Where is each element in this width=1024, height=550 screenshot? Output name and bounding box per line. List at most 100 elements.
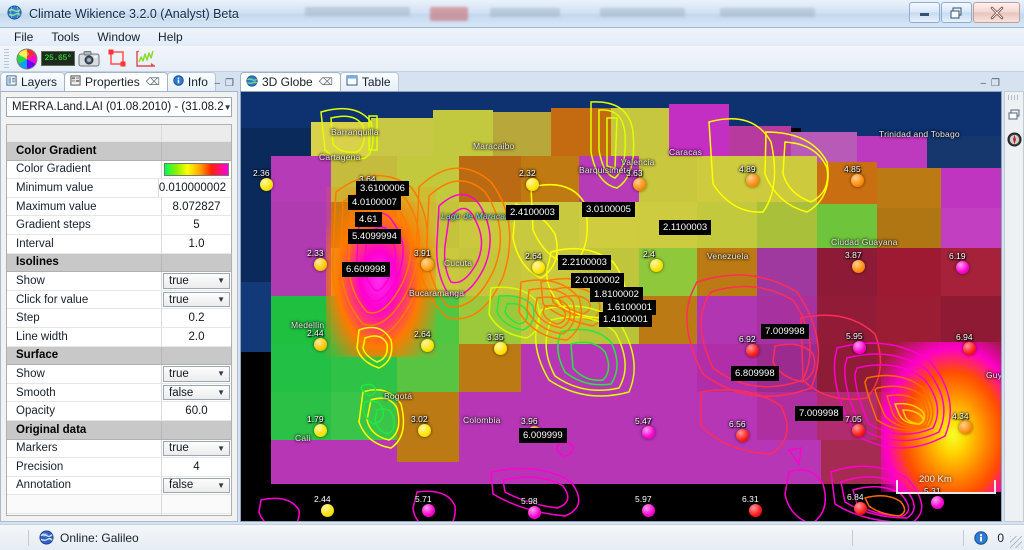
map-canvas[interactable]: Barranquilla Cartagena Maracaibo Barquis… bbox=[241, 92, 1001, 521]
prop-value[interactable]: true ▼ bbox=[162, 365, 231, 383]
table-row[interactable]: Minimum value 0.010000002 bbox=[7, 179, 231, 198]
data-marker[interactable] bbox=[532, 261, 545, 274]
isoline-value-label[interactable]: 7.009998 bbox=[761, 324, 809, 339]
prop-value[interactable]: false ▼ bbox=[162, 384, 231, 402]
maximize-button[interactable] bbox=[941, 2, 972, 23]
surface-show-dropdown[interactable]: true ▼ bbox=[163, 366, 230, 382]
surface-smooth-dropdown[interactable]: false ▼ bbox=[163, 384, 230, 401]
annotation-dropdown[interactable]: false ▼ bbox=[163, 477, 230, 494]
data-marker[interactable] bbox=[633, 178, 646, 191]
data-marker[interactable] bbox=[314, 424, 327, 437]
data-marker[interactable] bbox=[736, 429, 749, 442]
tab-info[interactable]: Info bbox=[166, 72, 216, 91]
prop-value[interactable]: 0.010000002 bbox=[159, 179, 231, 197]
data-marker[interactable] bbox=[931, 496, 944, 509]
left-panel-maximize-icon[interactable]: ❐ bbox=[225, 78, 234, 89]
isoline-value-label[interactable]: 6.809998 bbox=[731, 366, 779, 381]
table-row[interactable]: Show true ▼ bbox=[7, 365, 231, 384]
table-row[interactable]: Color Gradient bbox=[7, 160, 231, 180]
table-row[interactable]: Precision 4 bbox=[7, 458, 231, 477]
tab-table[interactable]: Table bbox=[339, 72, 399, 91]
isoline-value-label[interactable]: 6.609998 bbox=[342, 262, 390, 277]
temperature-readout[interactable]: 25.65° bbox=[41, 47, 75, 71]
prop-value[interactable]: 60.0 bbox=[162, 402, 231, 420]
prop-value[interactable]: 1.0 bbox=[162, 235, 231, 253]
data-marker[interactable] bbox=[526, 178, 539, 191]
toolbar-grip[interactable] bbox=[4, 48, 9, 69]
plot-chart-icon[interactable] bbox=[131, 47, 159, 71]
table-row[interactable]: Opacity 60.0 bbox=[7, 402, 231, 421]
table-row[interactable]: Click for value true ▼ bbox=[7, 290, 231, 310]
data-marker[interactable] bbox=[956, 261, 969, 274]
data-marker[interactable] bbox=[852, 260, 865, 273]
table-row[interactable]: Step 0.2 bbox=[7, 309, 231, 328]
prop-value[interactable]: 4 bbox=[162, 458, 231, 476]
table-row[interactable]: Interval 1.0 bbox=[7, 234, 231, 254]
table-row[interactable]: Maximum value 8.072827 bbox=[7, 197, 231, 217]
dataset-selector[interactable]: MERRA.Land.LAI (01.08.2010) - (31.08.2 ▼ bbox=[6, 97, 232, 117]
globe-panel-maximize-icon[interactable]: ❐ bbox=[991, 78, 1000, 89]
data-marker[interactable] bbox=[650, 259, 663, 272]
prop-value[interactable]: true ▼ bbox=[162, 272, 231, 290]
tab-3d-globe-close-icon[interactable]: ⌫ bbox=[319, 77, 333, 88]
table-row[interactable]: Smooth false ▼ bbox=[7, 383, 231, 403]
data-marker[interactable] bbox=[422, 504, 435, 517]
side-toolbar-grip[interactable] bbox=[1008, 95, 1020, 100]
data-marker[interactable] bbox=[494, 342, 507, 355]
data-marker[interactable] bbox=[749, 504, 762, 517]
close-button[interactable] bbox=[973, 2, 1020, 23]
isoline-value-label[interactable]: 6.009999 bbox=[519, 428, 567, 443]
menu-file[interactable]: File bbox=[6, 29, 41, 45]
data-marker[interactable] bbox=[314, 338, 327, 351]
restore-view-icon[interactable] bbox=[1005, 106, 1023, 124]
prop-value[interactable]: true ▼ bbox=[162, 291, 231, 309]
table-row[interactable]: Show true ▼ bbox=[7, 272, 231, 291]
tab-properties-close-icon[interactable]: ⌫ bbox=[146, 77, 160, 88]
isolines-show-dropdown[interactable]: true ▼ bbox=[163, 273, 230, 289]
tab-3d-globe[interactable]: 3D Globe ⌫ bbox=[240, 72, 341, 91]
globe-nav-icon[interactable] bbox=[1005, 130, 1023, 148]
prop-value[interactable] bbox=[162, 161, 231, 179]
data-marker[interactable] bbox=[642, 426, 655, 439]
menu-tools[interactable]: Tools bbox=[43, 29, 87, 45]
data-marker[interactable] bbox=[321, 504, 334, 517]
window-resize-grip[interactable] bbox=[1010, 536, 1022, 548]
prop-value[interactable]: 2.0 bbox=[162, 328, 231, 346]
select-region-icon[interactable] bbox=[103, 47, 131, 71]
prop-value[interactable]: 0.2 bbox=[162, 309, 231, 327]
data-marker[interactable] bbox=[421, 258, 434, 271]
data-marker[interactable] bbox=[314, 258, 327, 271]
minimize-button[interactable] bbox=[909, 2, 940, 23]
data-marker[interactable] bbox=[852, 424, 865, 437]
globe-viewport[interactable]: Barranquilla Cartagena Maracaibo Barquis… bbox=[240, 91, 1002, 522]
data-marker[interactable] bbox=[528, 506, 541, 519]
color-wheel-icon[interactable] bbox=[13, 47, 41, 71]
data-marker[interactable] bbox=[746, 174, 759, 187]
tab-layers[interactable]: Layers bbox=[0, 72, 66, 91]
isoline-value-label[interactable]: 2.2100003 bbox=[558, 255, 611, 270]
data-marker[interactable] bbox=[853, 341, 866, 354]
prop-value[interactable]: true ▼ bbox=[162, 440, 231, 458]
isoline-value-label[interactable]: 4.61 bbox=[355, 212, 382, 227]
prop-value[interactable]: false ▼ bbox=[162, 477, 231, 495]
data-marker[interactable] bbox=[642, 504, 655, 517]
isoline-value-label[interactable]: 5.4099994 bbox=[348, 229, 401, 244]
data-marker[interactable] bbox=[418, 424, 431, 437]
data-marker[interactable] bbox=[963, 342, 976, 355]
menu-window[interactable]: Window bbox=[89, 29, 148, 45]
data-marker[interactable] bbox=[854, 502, 867, 515]
data-marker[interactable] bbox=[746, 344, 759, 357]
markers-dropdown[interactable]: true ▼ bbox=[163, 440, 230, 457]
isoline-value-label[interactable]: 2.0100002 bbox=[571, 273, 624, 288]
color-gradient-bar[interactable] bbox=[164, 162, 229, 177]
table-row[interactable]: Line width 2.0 bbox=[7, 327, 231, 347]
isoline-value-label[interactable]: 4.0100007 bbox=[348, 195, 401, 210]
table-row[interactable]: Gradient steps 5 bbox=[7, 216, 231, 235]
isoline-value-label[interactable]: 3.0100005 bbox=[582, 202, 635, 217]
isoline-value-label[interactable]: 3.6100006 bbox=[356, 181, 409, 196]
tab-properties[interactable]: Properties ⌫ bbox=[64, 72, 168, 91]
left-panel-minimize-icon[interactable]: – bbox=[214, 78, 220, 89]
globe-panel-minimize-icon[interactable]: – bbox=[980, 78, 986, 89]
data-marker[interactable] bbox=[260, 178, 273, 191]
data-marker[interactable] bbox=[421, 339, 434, 352]
